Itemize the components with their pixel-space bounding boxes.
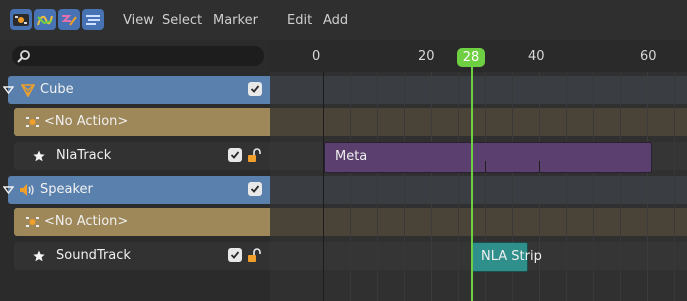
ruler-label-0: 0: [312, 49, 321, 64]
grid-line: [350, 72, 351, 301]
channel-label: NlaTrack: [56, 148, 112, 163]
cube-visibility-checkbox[interactable]: [248, 82, 262, 96]
nla-editor: View Select Marker Edit Add Cube <No Act…: [0, 0, 687, 301]
strip-label: NLA Strip: [481, 249, 542, 264]
channel-object-cube[interactable]: Cube: [2, 76, 270, 104]
nla-track-mute-checkbox[interactable]: [228, 148, 242, 162]
unlock-icon[interactable]: [246, 247, 262, 263]
channel-label: <No Action>: [44, 214, 129, 229]
frame-ruler[interactable]: 0 20 40 60 28: [270, 40, 687, 72]
ruler-label-20: 20: [418, 49, 435, 64]
nla-editor-icon[interactable]: [10, 9, 32, 30]
ruler-label-60: 60: [640, 49, 657, 64]
nla-timeline[interactable]: 0 20 40 60 28 Meta NLA Strip: [270, 40, 687, 301]
grid-line: [647, 72, 648, 301]
grid-line: [404, 72, 405, 301]
disclosure-triangle-icon[interactable]: [2, 84, 14, 96]
channel-action-cube[interactable]: <No Action>: [14, 108, 270, 136]
playhead-line[interactable]: [471, 67, 473, 301]
track-band-cube-action: [270, 108, 687, 136]
channel-object-speaker[interactable]: Speaker: [2, 176, 270, 204]
menu-view[interactable]: View: [123, 13, 154, 29]
track-band-cube: [270, 76, 687, 104]
channel-action-speaker[interactable]: <No Action>: [14, 208, 270, 236]
drivers-icon[interactable]: [58, 9, 80, 30]
grid-line: [674, 72, 675, 301]
grid-line: [593, 72, 594, 301]
disclosure-triangle-icon[interactable]: [2, 184, 14, 196]
star-icon[interactable]: [32, 149, 46, 163]
ruler-label-40: 40: [528, 49, 545, 64]
speaker-visibility-checkbox[interactable]: [248, 182, 262, 196]
menu-add[interactable]: Add: [323, 13, 348, 29]
sound-track-mute-checkbox[interactable]: [228, 248, 242, 262]
action-icon: [24, 214, 40, 230]
channel-label: <No Action>: [44, 114, 129, 129]
dope-sheet-icon[interactable]: [82, 9, 104, 30]
nla-strip[interactable]: NLA Strip: [472, 242, 542, 272]
mesh-object-icon: [20, 82, 36, 98]
frame-zero-line: [323, 72, 324, 301]
channel-sound-track[interactable]: SoundTrack: [14, 242, 270, 270]
unlock-icon[interactable]: [246, 147, 262, 163]
channel-label: SoundTrack: [56, 248, 131, 263]
search-input[interactable]: [12, 46, 264, 66]
menu-marker[interactable]: Marker: [213, 13, 258, 29]
channel-nla-track[interactable]: NlaTrack: [14, 142, 270, 170]
star-icon[interactable]: [32, 249, 46, 263]
editor-header: View Select Marker Edit Add: [0, 0, 687, 40]
track-band-speaker: [270, 176, 687, 204]
graph-editor-icon[interactable]: [34, 9, 56, 30]
track-band-speaker-action: [270, 208, 687, 236]
grid-line: [566, 72, 567, 301]
grid-line: [620, 72, 621, 301]
action-icon: [24, 114, 40, 130]
speaker-object-icon: [18, 182, 36, 198]
strip-label: Meta: [335, 149, 368, 164]
grid-line: [539, 72, 540, 301]
grid-line: [377, 72, 378, 301]
channel-list: Cube <No Action> NlaTrack Speaker <No Ac…: [0, 40, 270, 301]
grid-line: [431, 72, 432, 301]
menu-edit[interactable]: Edit: [287, 13, 312, 29]
current-frame-indicator[interactable]: 28: [457, 48, 485, 67]
strip-marker: [485, 161, 486, 172]
channel-label: Cube: [40, 82, 74, 97]
grid-line: [458, 72, 459, 301]
meta-strip[interactable]: Meta: [324, 142, 652, 173]
channel-label: Speaker: [40, 182, 93, 197]
strip-marker: [539, 161, 540, 172]
search-icon: [16, 48, 32, 64]
menu-select[interactable]: Select: [162, 13, 202, 29]
